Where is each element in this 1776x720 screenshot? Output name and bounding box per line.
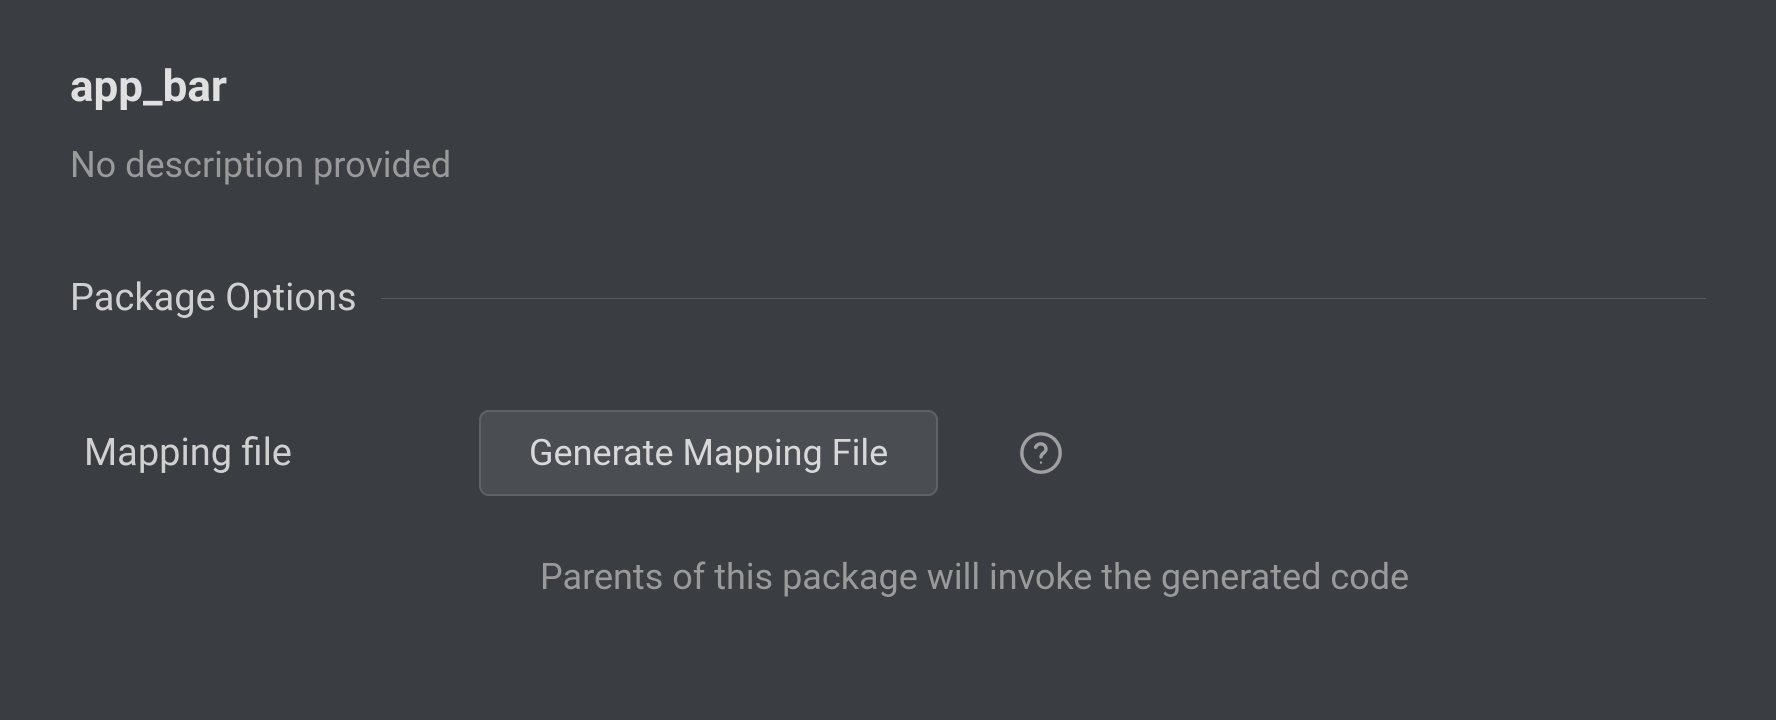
package-description: No description provided — [70, 144, 1706, 186]
mapping-file-label: Mapping file — [84, 431, 429, 475]
section-header-divider — [381, 298, 1706, 299]
section-header-title: Package Options — [70, 276, 357, 320]
package-header: app_bar No description provided — [70, 60, 1706, 186]
helper-text-row: Parents of this package will invoke the … — [70, 556, 1706, 598]
package-title: app_bar — [70, 60, 1706, 112]
mapping-file-row: Mapping file Generate Mapping File — [70, 410, 1706, 496]
mapping-file-helper-text: Parents of this package will invoke the … — [540, 556, 1409, 598]
section-header: Package Options — [70, 276, 1706, 320]
help-icon[interactable] — [1018, 430, 1064, 476]
generate-mapping-file-button[interactable]: Generate Mapping File — [479, 410, 938, 496]
